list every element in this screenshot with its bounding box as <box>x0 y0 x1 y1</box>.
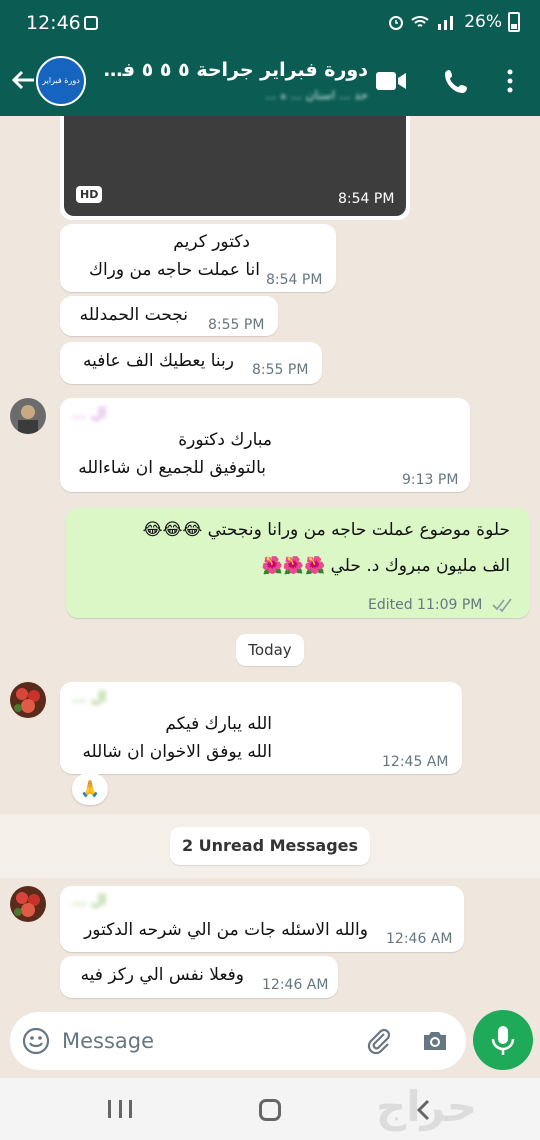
message-text: والله الاسئله جات من الي شرحه الدكتور <box>84 920 368 940</box>
message-text: نجحت الحمدلله <box>79 305 188 325</box>
message-text: ربنا يعطيك الف عافيه <box>83 351 234 371</box>
battery-percent: 26% <box>464 12 502 32</box>
message-text: الله يوفق الاخوان ان شالله <box>82 742 272 762</box>
date-chip: Today <box>236 634 304 666</box>
message-time: Edited 11:09 PM <box>368 597 483 613</box>
message-text: وفعلا نفس الي ركز فيه <box>80 965 244 985</box>
recents-button[interactable] <box>108 1100 132 1120</box>
voice-call-icon[interactable] <box>440 66 474 96</box>
chat-subtitle: حد ... اسنان ... ه ... <box>265 88 368 102</box>
message-time: 12:46 AM <box>262 977 329 993</box>
chat-area[interactable]: HD 8:54 PM دكتور كريم انا عملت حاجه من و… <box>0 116 540 1010</box>
message-time: 12:45 AM <box>382 754 449 770</box>
reaction-badge[interactable]: 🙏 <box>72 773 108 805</box>
chat-title[interactable]: دورة فبراير جراحة ٥ ٥ ٥ فكي... <box>94 59 368 81</box>
camera-icon[interactable] <box>420 1026 450 1056</box>
battery-icon <box>508 12 520 32</box>
unread-messages-chip: 2 Unread Messages <box>170 827 370 865</box>
sender-name: ال ... <box>72 891 107 909</box>
read-receipt-icon <box>492 598 512 612</box>
signal-icon <box>438 16 454 30</box>
hd-badge: HD <box>76 186 103 203</box>
home-button[interactable] <box>259 1099 281 1121</box>
wifi-icon <box>411 16 429 27</box>
sender-name: ال ... <box>72 688 107 706</box>
message-text: بالتوفيق للجميع ان شاءالله <box>78 458 266 478</box>
sender-avatar[interactable] <box>10 398 46 434</box>
message-text: دكتور كريم <box>173 232 250 252</box>
message-text: الله يبارك فيكم <box>165 714 272 734</box>
message-time: 8:54 PM <box>266 272 323 288</box>
message-time: 8:54 PM <box>338 191 395 207</box>
message-time: 8:55 PM <box>208 317 265 333</box>
message-text: انا عملت حاجه من وراك <box>88 260 260 280</box>
alarm-icon <box>389 16 404 30</box>
message-input[interactable] <box>62 1024 352 1058</box>
message-text: حلوة موضوع عملت حاجه من ورانا ونجحتي 😂😂😂 <box>142 520 510 540</box>
emoji-icon[interactable] <box>22 1027 50 1055</box>
sender-avatar[interactable] <box>10 682 46 718</box>
voice-record-button[interactable] <box>473 1010 533 1070</box>
message-time: 9:13 PM <box>402 472 459 488</box>
sender-name: ال ... <box>72 404 107 422</box>
video-call-icon[interactable] <box>374 66 408 96</box>
message-composer <box>10 1012 466 1070</box>
screenshot-icon <box>84 16 98 30</box>
chat-header: دورة فبراير دورة فبراير جراحة ٥ ٥ ٥ فكي.… <box>0 50 540 116</box>
attachment-icon[interactable] <box>364 1026 394 1056</box>
watermark-logo: حراج <box>376 1082 478 1131</box>
back-arrow-icon[interactable] <box>8 65 38 95</box>
status-icons: 26% <box>388 12 520 32</box>
status-time: 12:46 <box>26 12 81 34</box>
more-options-icon[interactable] <box>498 66 522 96</box>
microphone-icon <box>491 1026 515 1055</box>
group-avatar[interactable]: دورة فبراير <box>36 56 86 106</box>
message-time: 12:46 AM <box>386 931 453 947</box>
sender-avatar[interactable] <box>10 886 46 922</box>
status-bar: 12:46 26% <box>0 0 540 50</box>
message-text: الف مليون مبروك د. حلي 🌺🌺🌺 <box>261 556 510 576</box>
message-text: مبارك دكتورة <box>178 430 272 450</box>
message-time: 8:55 PM <box>252 362 309 378</box>
